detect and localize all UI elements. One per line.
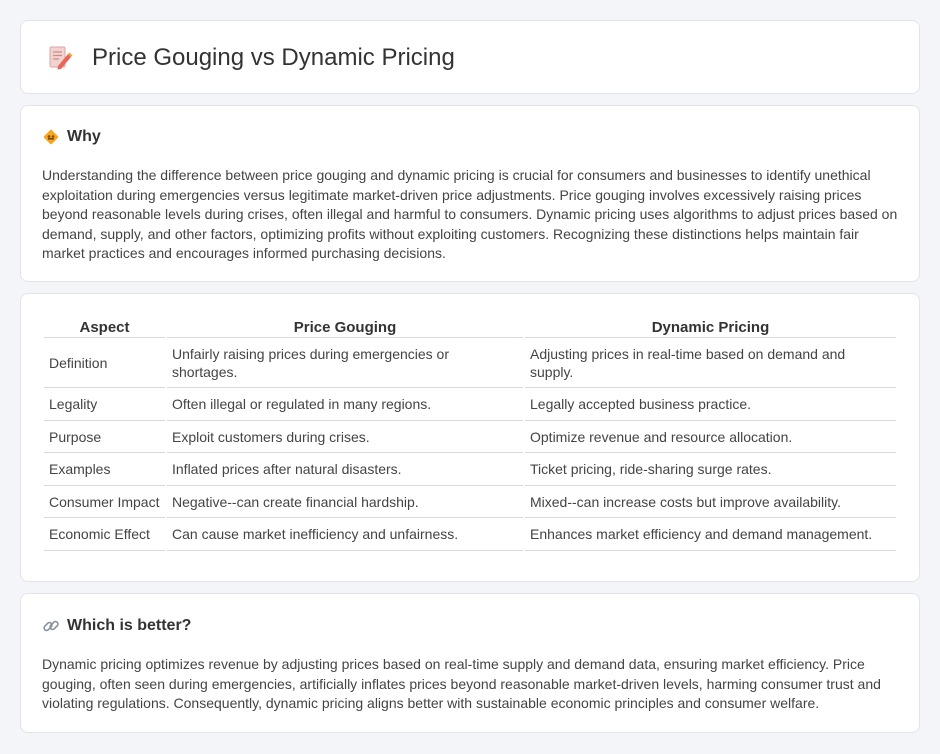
row-aspect: Consumer Impact bbox=[44, 488, 165, 518]
row-dynamic-pricing: Legally accepted business practice. bbox=[525, 390, 896, 421]
table-row: Examples Inflated prices after natural d… bbox=[44, 455, 896, 486]
why-heading-row: Why bbox=[42, 128, 101, 146]
row-dynamic-pricing: Ticket pricing, ride-sharing surge rates… bbox=[525, 455, 896, 486]
table-row: Purpose Exploit customers during crises.… bbox=[44, 423, 896, 453]
column-header-dynamic-pricing: Dynamic Pricing bbox=[525, 317, 896, 338]
comparison-table: Aspect Price Gouging Dynamic Pricing Def… bbox=[42, 315, 898, 553]
row-aspect: Examples bbox=[44, 455, 165, 486]
table-row: Legality Often illegal or regulated in m… bbox=[44, 390, 896, 421]
better-heading: Which is better? bbox=[67, 617, 192, 634]
row-price-gouging: Often illegal or regulated in many regio… bbox=[167, 390, 523, 421]
header-card: Price Gouging vs Dynamic Pricing bbox=[20, 20, 920, 94]
comparison-section: Aspect Price Gouging Dynamic Pricing Def… bbox=[20, 293, 920, 582]
row-price-gouging: Exploit customers during crises. bbox=[167, 423, 523, 453]
row-aspect: Definition bbox=[44, 340, 165, 388]
table-row: Definition Unfairly raising prices durin… bbox=[44, 340, 896, 388]
page-title: Price Gouging vs Dynamic Pricing bbox=[92, 44, 455, 71]
which-is-better-section: Which is better? Dynamic pricing optimiz… bbox=[20, 593, 920, 733]
row-dynamic-pricing: Enhances market efficiency and demand ma… bbox=[525, 520, 896, 551]
why-paragraph: Understanding the difference between pri… bbox=[42, 167, 898, 262]
better-paragraph: Dynamic pricing optimizes revenue by adj… bbox=[42, 656, 881, 712]
why-heading: Why bbox=[67, 128, 101, 145]
row-dynamic-pricing: Adjusting prices in real-time based on d… bbox=[525, 340, 896, 388]
column-header-aspect: Aspect bbox=[44, 317, 165, 338]
row-aspect: Economic Effect bbox=[44, 520, 165, 551]
table-row: Economic Effect Can cause market ineffic… bbox=[44, 520, 896, 551]
row-price-gouging: Can cause market inefficiency and unfair… bbox=[167, 520, 523, 551]
row-aspect: Purpose bbox=[44, 423, 165, 453]
row-price-gouging: Inflated prices after natural disasters. bbox=[167, 455, 523, 486]
document-pencil-icon bbox=[49, 46, 73, 70]
row-dynamic-pricing: Optimize revenue and resource allocation… bbox=[525, 423, 896, 453]
link-icon bbox=[43, 620, 59, 632]
column-header-price-gouging: Price Gouging bbox=[167, 317, 523, 338]
table-header-row: Aspect Price Gouging Dynamic Pricing bbox=[44, 317, 896, 338]
table-row: Consumer Impact Negative--can create fin… bbox=[44, 488, 896, 518]
better-heading-row: Which is better? bbox=[42, 617, 191, 635]
diamond-sign-icon bbox=[43, 129, 59, 145]
row-price-gouging: Negative--can create financial hardship. bbox=[167, 488, 523, 518]
why-section: Why Understanding the difference between… bbox=[20, 105, 920, 282]
row-dynamic-pricing: Mixed--can increase costs but improve av… bbox=[525, 488, 896, 518]
row-aspect: Legality bbox=[44, 390, 165, 421]
row-price-gouging: Unfairly raising prices during emergenci… bbox=[167, 340, 523, 388]
